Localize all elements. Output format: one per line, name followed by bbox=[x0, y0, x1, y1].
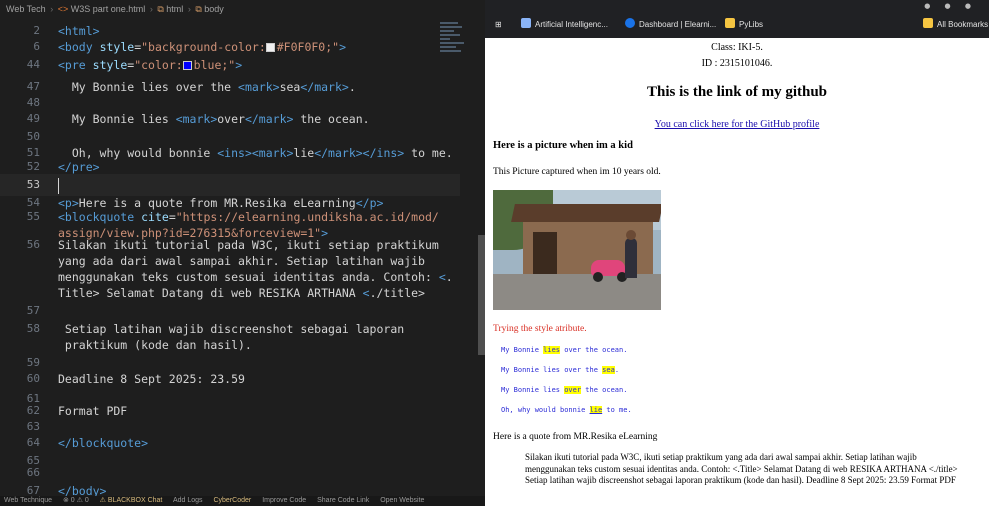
status-add-logs[interactable]: Add Logs bbox=[173, 497, 203, 504]
status-workspace[interactable]: Web Technique bbox=[4, 497, 52, 504]
minimap[interactable] bbox=[440, 20, 464, 90]
kid-heading: Here is a picture when im a kid bbox=[493, 140, 633, 151]
pre-line: My Bonnie lies over the sea. bbox=[501, 366, 620, 374]
element-icon: ⧉ bbox=[195, 4, 202, 14]
pre-line: Oh, why would bonnie lie to me. bbox=[501, 406, 632, 414]
elearning-icon bbox=[625, 18, 635, 28]
bookmark-ai[interactable]: Artificial Intelligenc... bbox=[521, 12, 608, 38]
breadcrumb-body[interactable]: body bbox=[204, 4, 224, 14]
status-bar: Web Technique ⊗ 0 ⚠ 0 ⚠ BLACKBOX Chat Ad… bbox=[0, 496, 485, 506]
childhood-photo bbox=[493, 190, 661, 310]
globe-icon bbox=[521, 18, 531, 28]
line-number: 60 bbox=[26, 372, 40, 385]
bookmark-dashboard[interactable]: Dashboard | Elearni... bbox=[625, 12, 716, 38]
browser-window: ● ● ● ⊞ Artificial Intelligenc... Dashbo… bbox=[485, 0, 989, 506]
id-text: ID : 2315101046. bbox=[701, 58, 773, 69]
highlighted-word: over bbox=[564, 386, 582, 394]
editor-scrollbar[interactable] bbox=[478, 235, 485, 355]
status-share-code-link[interactable]: Share Code Link bbox=[317, 497, 369, 504]
code-text[interactable]: <pre style="color: blue;"> bbox=[58, 54, 242, 76]
quote-intro: Here is a quote from MR.Resika eLearning bbox=[493, 432, 658, 442]
breadcrumb-html[interactable]: html bbox=[166, 4, 183, 14]
status-cybercoder[interactable]: CyberCoder bbox=[213, 497, 251, 504]
breadcrumb: Web Tech › <> W3S part one.html › ⧉ html… bbox=[0, 0, 485, 18]
photo-caption: This Picture captured when im 10 years o… bbox=[493, 167, 661, 177]
status-open-website[interactable]: Open Website bbox=[380, 497, 424, 504]
highlighted-word: lies bbox=[543, 346, 561, 354]
status-improve-code[interactable]: Improve Code bbox=[262, 497, 306, 504]
folder-icon bbox=[725, 18, 735, 28]
code-text[interactable]: Deadline 8 Sept 2025: 23.59 bbox=[58, 368, 245, 390]
html5-icon: <> bbox=[57, 4, 69, 14]
pre-line: My Bonnie lies over the ocean. bbox=[501, 386, 628, 394]
status-blackbox-chat[interactable]: ⚠ BLACKBOX Chat bbox=[100, 497, 163, 504]
page-content: Class: IKI-5. ID : 2315101046. This is t… bbox=[485, 38, 989, 506]
status-problems[interactable]: ⊗ 0 ⚠ 0 bbox=[63, 497, 89, 504]
code-line[interactable]: 44 <pre style="color: blue;"> bbox=[0, 54, 460, 76]
breadcrumb-separator: › bbox=[149, 4, 153, 14]
bookmarks-bar: ⊞ Artificial Intelligenc... Dashboard | … bbox=[485, 12, 989, 38]
apps-grid-icon[interactable]: ⊞ bbox=[495, 12, 502, 38]
code-editor[interactable]: Web Tech › <> W3S part one.html › ⧉ html… bbox=[0, 0, 485, 506]
bookmark-pylibs[interactable]: PyLibs bbox=[725, 12, 763, 38]
class-text: Class: IKI-5. bbox=[711, 42, 763, 53]
breadcrumb-separator: › bbox=[50, 4, 54, 14]
breadcrumb-separator: › bbox=[187, 4, 191, 14]
breadcrumb-folder[interactable]: Web Tech bbox=[6, 4, 46, 14]
window-controls-icon[interactable]: ● ● ● bbox=[924, 2, 977, 10]
github-heading: This is the link of my github bbox=[646, 84, 828, 100]
blockquote: Silakan ikuti tutorial pada W3C, ikuti s… bbox=[525, 452, 958, 485]
github-link[interactable]: You can click here for the GitHub profil… bbox=[655, 119, 820, 130]
line-number: 44 bbox=[26, 58, 40, 71]
tab-strip[interactable]: ● ● ● bbox=[485, 0, 989, 12]
breadcrumb-file[interactable]: W3S part one.html bbox=[71, 4, 146, 14]
code-line[interactable]: 60 Deadline 8 Sept 2025: 23.59 bbox=[0, 368, 460, 390]
highlighted-word: sea bbox=[602, 366, 615, 374]
element-icon: ⧉ bbox=[157, 4, 164, 14]
folder-icon bbox=[923, 18, 933, 28]
style-attribute-text: Trying the style atribute. bbox=[493, 324, 587, 334]
highlighted-word: lie bbox=[589, 406, 603, 414]
bookmark-all[interactable]: All Bookmarks bbox=[923, 12, 988, 38]
pre-line: My Bonnie lies over the ocean. bbox=[501, 346, 628, 354]
